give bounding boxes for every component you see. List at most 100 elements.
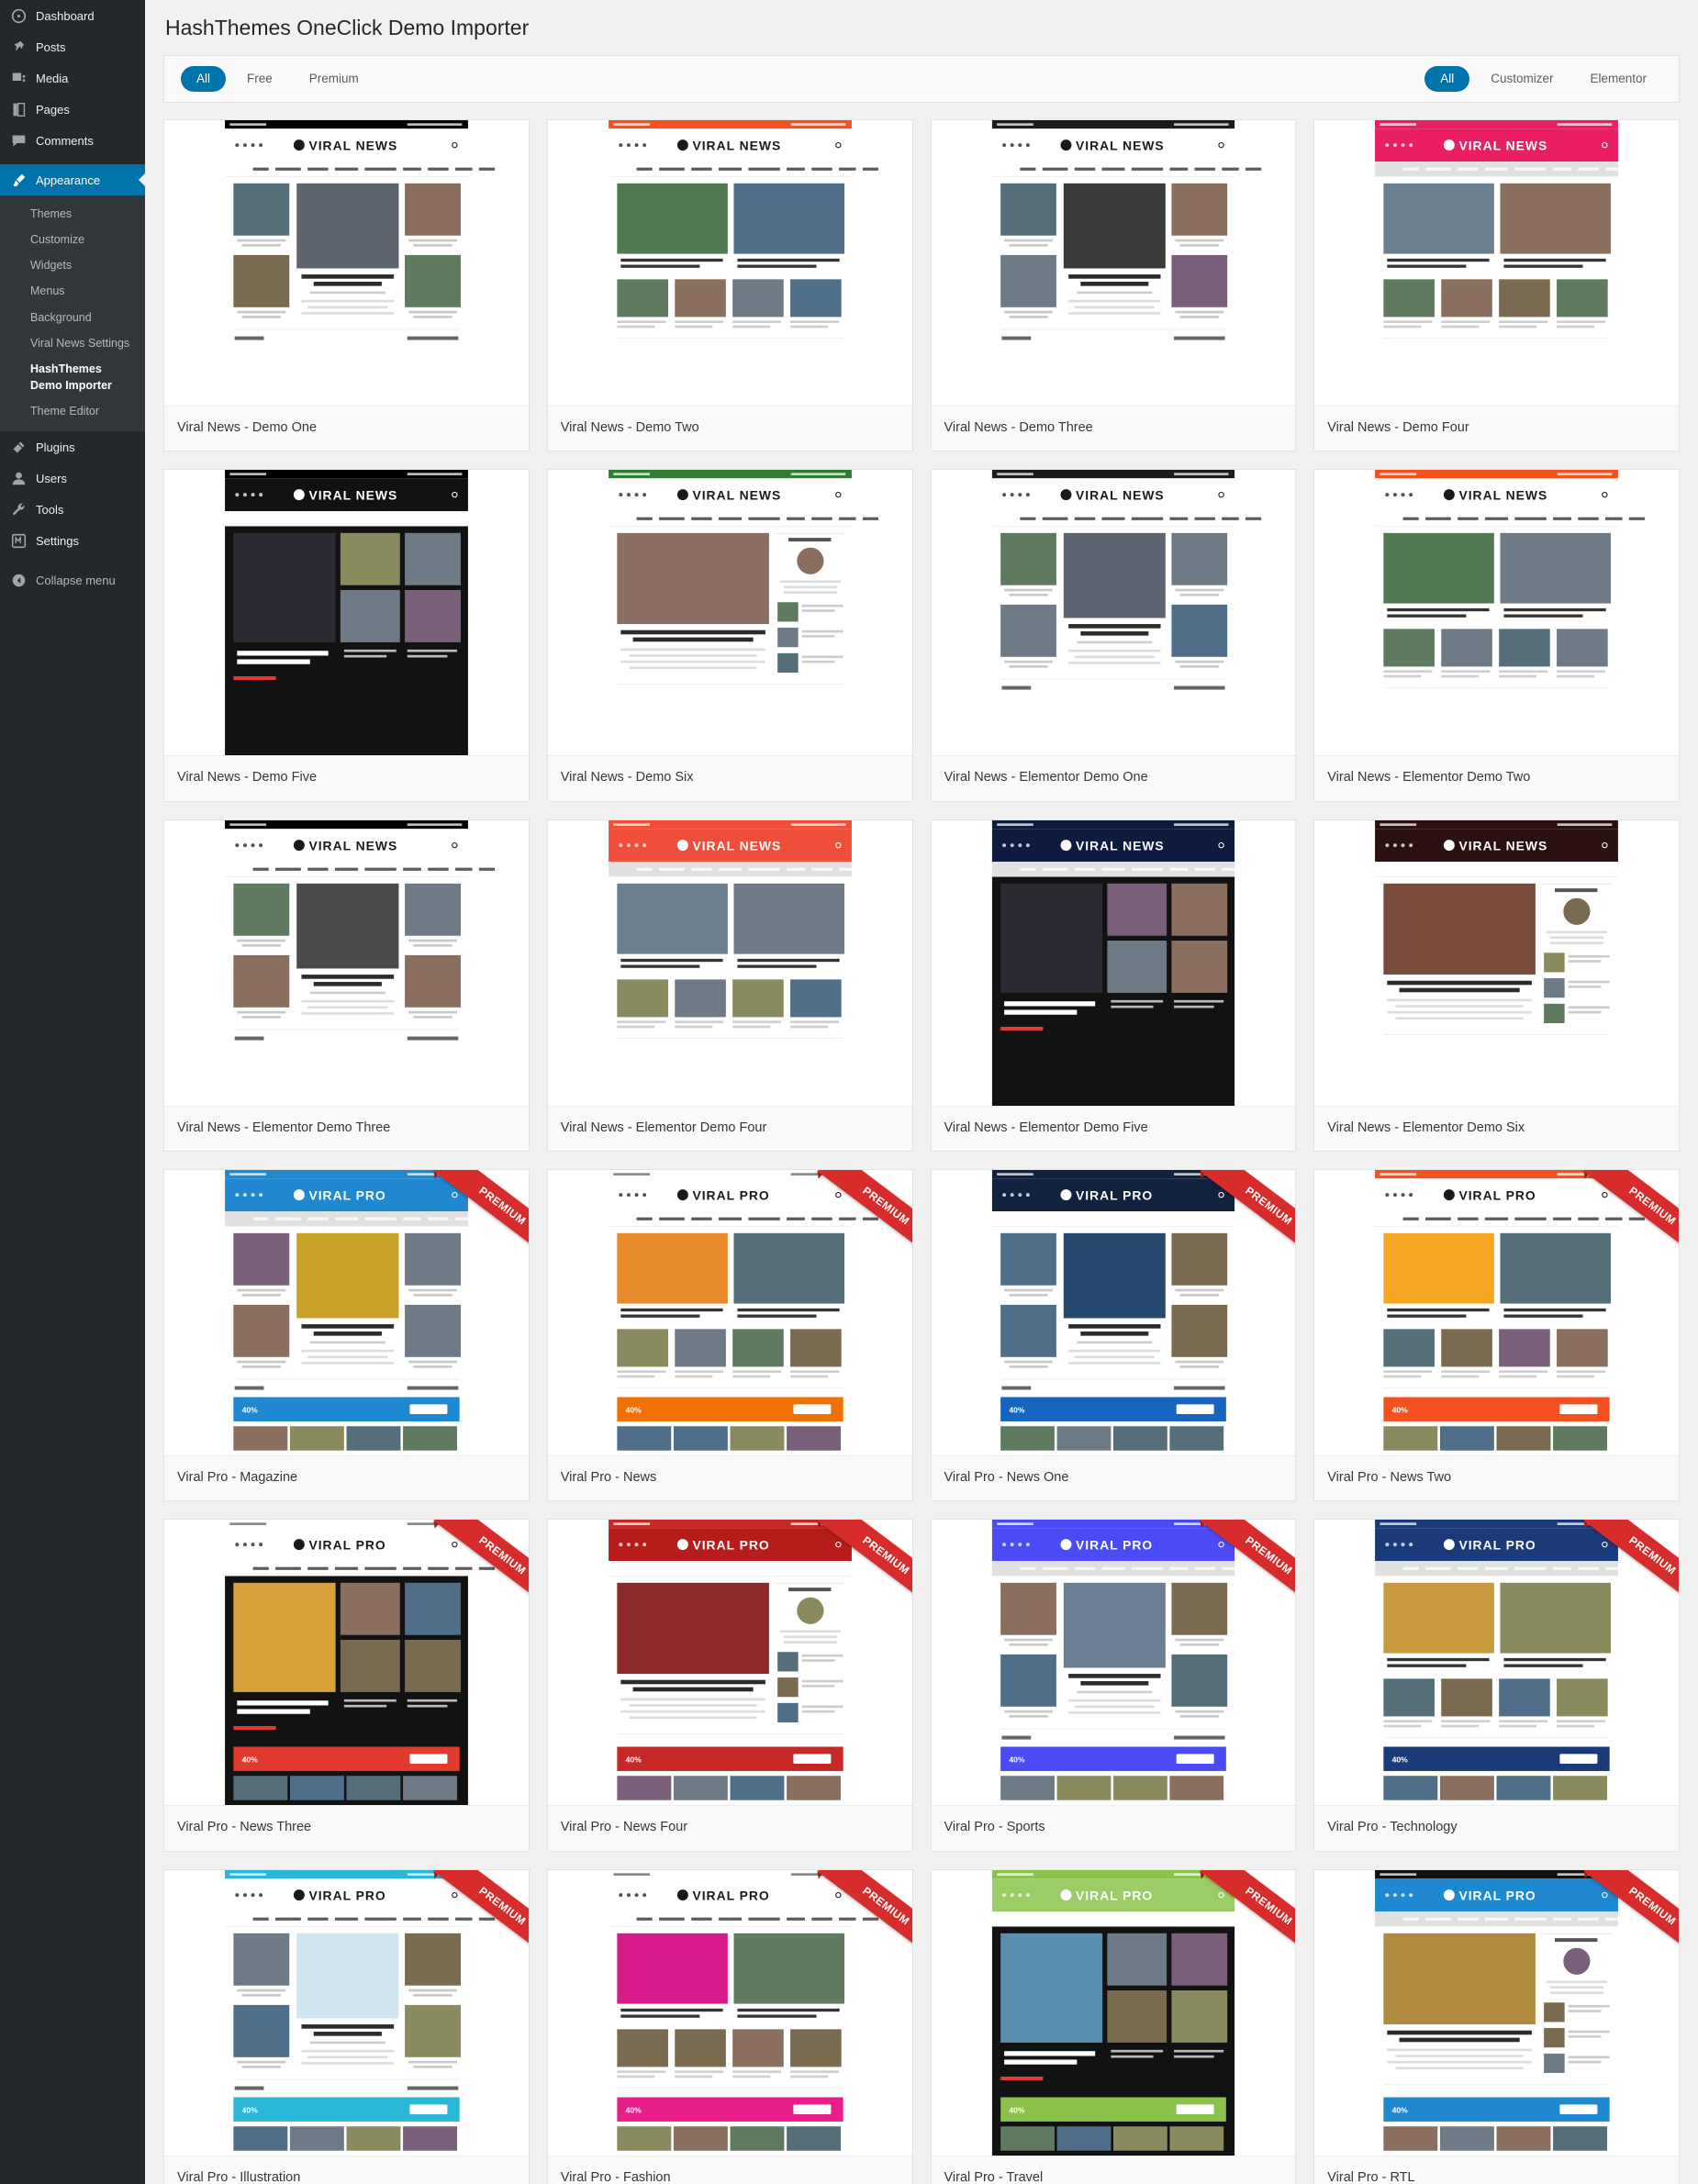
submenu-item-hashthemes-demo-importer[interactable]: HashThemes Demo Importer	[0, 356, 145, 398]
sidebar-item-pages[interactable]: Pages	[0, 94, 145, 125]
demo-thumbnail-image	[164, 1869, 529, 2156]
submenu-item-customize[interactable]: Customize	[0, 227, 145, 252]
demo-card-title: Viral Pro - News	[560, 1470, 657, 1486]
demo-card[interactable]: PREMIUM Viral Pro - News	[546, 1169, 913, 1502]
demo-thumbnail-image	[164, 819, 529, 1106]
demo-card-title: Viral Pro - Illustration	[177, 2169, 301, 2184]
demo-card[interactable]: Viral News - Demo Five	[163, 469, 530, 802]
submenu-item-menus[interactable]: Menus	[0, 278, 145, 304]
demo-card[interactable]: PREMIUM Viral Pro - Fashion	[546, 1868, 913, 2184]
sidebar-item-tools[interactable]: Tools	[0, 494, 145, 525]
demo-thumbnail-wrap	[931, 470, 1296, 757]
demo-card[interactable]: PREMIUM Viral Pro - Magazine	[163, 1169, 530, 1502]
builder-filter-group: All Customizer Elementor	[1424, 66, 1662, 92]
demo-thumbnail-image	[931, 819, 1296, 1106]
demo-card[interactable]: Viral News - Demo Three	[930, 118, 1297, 452]
sidebar-item-comments[interactable]: Comments	[0, 125, 145, 156]
demo-thumbnail-image	[547, 1520, 912, 1806]
submenu-item-viral-news-settings[interactable]: Viral News Settings	[0, 330, 145, 356]
demo-thumbnail-image	[164, 1170, 529, 1456]
sidebar-divider-2	[0, 556, 145, 564]
demo-card-title: Viral Pro - Magazine	[177, 1470, 298, 1486]
page-title: HashThemes OneClick Demo Importer	[165, 16, 530, 39]
demo-thumbnail-image	[1314, 819, 1679, 1106]
filter-all[interactable]: All	[181, 66, 227, 92]
filter-builder-customizer[interactable]: Customizer	[1475, 66, 1569, 92]
demo-card[interactable]: Viral News - Elementor Demo Six	[1313, 819, 1680, 1153]
demo-thumbnail-wrap: PREMIUM	[164, 1869, 529, 2156]
sidebar-item-dashboard[interactable]: Dashboard	[0, 0, 145, 31]
demo-thumbnail-image	[931, 470, 1296, 756]
comments-icon	[9, 131, 28, 150]
settings-icon	[9, 531, 28, 550]
main-content: HashThemes OneClick Demo Importer All Fr…	[145, 0, 1698, 2184]
sidebar-item-label: Plugins	[36, 440, 75, 454]
submenu-item-themes[interactable]: Themes	[0, 201, 145, 227]
demo-card[interactable]: Viral News - Elementor Demo Three	[163, 819, 530, 1153]
demo-card[interactable]: PREMIUM Viral Pro - Sports	[930, 1519, 1297, 1852]
demo-thumbnail-image	[1314, 470, 1679, 756]
demo-card[interactable]: Viral News - Elementor Demo One	[930, 469, 1297, 802]
filter-builder-all[interactable]: All	[1424, 66, 1470, 92]
sidebar-item-posts[interactable]: Posts	[0, 31, 145, 62]
demo-card[interactable]: Viral News - Demo Four	[1313, 118, 1680, 452]
demo-card[interactable]: Viral News - Elementor Demo Five	[930, 819, 1297, 1153]
sidebar-item-media[interactable]: Media	[0, 62, 145, 94]
sidebar-item-settings[interactable]: Settings	[0, 525, 145, 556]
demo-thumbnail-image	[547, 819, 912, 1106]
demo-thumbnail-wrap	[164, 470, 529, 757]
demo-card[interactable]: Viral News - Elementor Demo Four	[546, 819, 913, 1153]
demo-thumbnail-image	[1314, 1869, 1679, 2156]
admin-page: Dashboard Posts Media Pages Comments App…	[0, 0, 1698, 2184]
submenu-item-theme-editor[interactable]: Theme Editor	[0, 398, 145, 424]
demo-card[interactable]: PREMIUM Viral Pro - News One	[930, 1169, 1297, 1502]
demo-card-title: Viral News - Elementor Demo Four	[560, 1120, 767, 1135]
demo-card[interactable]: Viral News - Elementor Demo Two	[1313, 469, 1680, 802]
demo-thumbnail-wrap: PREMIUM	[931, 1170, 1296, 1457]
demo-card[interactable]: PREMIUM Viral Pro - Travel	[930, 1868, 1297, 2184]
demo-card-title: Viral News - Elementor Demo Three	[177, 1120, 391, 1135]
demo-card-title: Viral News - Elementor Demo One	[944, 770, 1148, 786]
demo-card[interactable]: Viral News - Demo Six	[546, 469, 913, 802]
demo-card[interactable]: PREMIUM Viral Pro - News Two	[1313, 1169, 1680, 1502]
demo-thumbnail-wrap: PREMIUM	[547, 1170, 912, 1457]
filter-premium[interactable]: Premium	[294, 66, 374, 92]
demo-card-title: Viral News - Elementor Demo Two	[1327, 770, 1531, 786]
submenu-item-background[interactable]: Background	[0, 305, 145, 330]
plugins-icon	[9, 438, 28, 456]
demo-card[interactable]: PREMIUM Viral Pro - RTL	[1313, 1868, 1680, 2184]
sidebar-item-label: Media	[36, 71, 69, 85]
sidebar-item-label: Tools	[36, 502, 64, 517]
filter-free[interactable]: Free	[231, 66, 288, 92]
demo-card[interactable]: Viral News - Demo Two	[546, 118, 913, 452]
demo-thumbnail-image	[1314, 1170, 1679, 1456]
demo-thumbnail-wrap	[931, 119, 1296, 407]
demo-card[interactable]: PREMIUM Viral Pro - Illustration	[163, 1868, 530, 2184]
sidebar-item-label: Posts	[36, 39, 66, 54]
demo-thumbnail-image	[164, 1520, 529, 1806]
demo-card[interactable]: PREMIUM Viral Pro - News Three	[163, 1519, 530, 1852]
sidebar-item-users[interactable]: Users	[0, 462, 145, 494]
demo-card-title: Viral Pro - Travel	[944, 2169, 1044, 2184]
sidebar-item-collapse-menu[interactable]: Collapse menu	[0, 564, 145, 596]
filter-builder-elementor[interactable]: Elementor	[1574, 66, 1662, 92]
media-icon	[9, 69, 28, 87]
demo-thumbnail-wrap	[1314, 119, 1679, 407]
demo-thumbnail-wrap: PREMIUM	[1314, 1520, 1679, 1807]
demo-card[interactable]: PREMIUM Viral Pro - News Four	[546, 1519, 913, 1852]
demo-thumbnail-image	[164, 470, 529, 756]
demo-card-title: Viral News - Demo Two	[560, 419, 699, 435]
sidebar-item-appearance[interactable]: Appearance	[0, 164, 145, 195]
pin-icon	[9, 38, 28, 56]
sidebar-item-plugins[interactable]: Plugins	[0, 431, 145, 462]
price-filter-group: All Free Premium	[181, 66, 374, 92]
demo-card-title: Viral Pro - News Four	[560, 1820, 688, 1835]
dashboard-icon	[9, 6, 28, 25]
demo-thumbnail-image	[1314, 119, 1679, 406]
demo-card[interactable]: PREMIUM Viral Pro - Technology	[1313, 1519, 1680, 1852]
demo-card-title: Viral News - Elementor Demo Five	[944, 1120, 1148, 1135]
sidebar-item-label: Appearance	[36, 173, 101, 187]
demo-thumbnail-wrap	[547, 119, 912, 407]
submenu-item-widgets[interactable]: Widgets	[0, 252, 145, 278]
demo-card[interactable]: Viral News - Demo One	[163, 118, 530, 452]
